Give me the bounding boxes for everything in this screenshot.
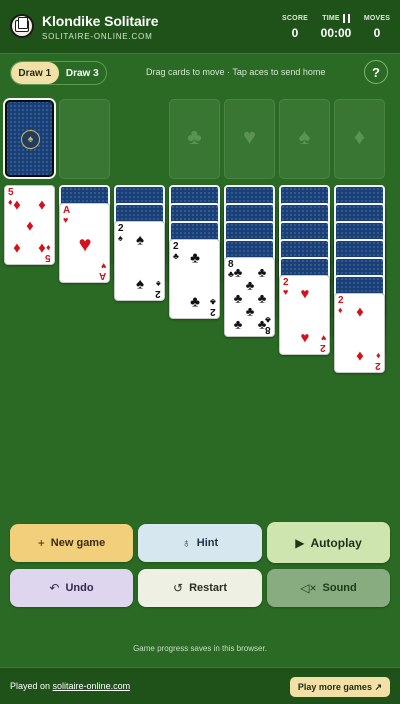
site-link[interactable]: solitaire-online.com (53, 681, 131, 691)
waste-slot (59, 99, 110, 179)
spade-emblem-icon: ♠ (21, 130, 40, 149)
played-on-text: Played on solitaire-online.com (10, 681, 131, 691)
hearts-icon: ♥ (242, 124, 257, 149)
instructions-text: Drag cards to move · Tap aces to send ho… (146, 67, 326, 77)
diamonds-icon: ♦ (353, 124, 366, 149)
moves-value: 0 (373, 26, 381, 40)
foundation-clubs[interactable]: ♣ (169, 99, 220, 179)
time-value: 00:00 (320, 26, 352, 40)
sound-button[interactable]: ◁× Sound (267, 569, 390, 607)
stock-pile[interactable]: ♠ (5, 100, 54, 177)
play-more-games-button[interactable]: Play more games ↗ (289, 677, 390, 697)
hint-button[interactable]: ♁ Hint (138, 524, 262, 562)
site-name: SOLITAIRE-ONLINE.COM (42, 32, 153, 41)
app-title: Klondike Solitaire (42, 13, 159, 29)
save-note: Game progress saves in this browser. (133, 644, 267, 653)
autoplay-button[interactable]: ▶ Autoplay (267, 522, 390, 563)
footer-bar: Played on solitaire-online.com Play more… (0, 667, 400, 704)
sound-muted-icon: ◁× (300, 581, 317, 595)
score-label: SCORE (282, 15, 308, 22)
restart-icon: ↺ (173, 581, 184, 595)
lightbulb-icon: ♁ (181, 536, 191, 550)
play-icon: ▶ (295, 535, 305, 550)
foundation-hearts[interactable]: ♥ (224, 99, 275, 179)
score-stat: SCORE 0 (278, 14, 312, 40)
foundation-spades[interactable]: ♠ (279, 99, 330, 179)
draw-1-button[interactable]: Draw 1 (11, 62, 59, 84)
spades-icon: ♠ (298, 124, 311, 149)
clubs-icon: ♣ (187, 124, 202, 149)
plus-icon: + (37, 536, 45, 550)
playing-card-top[interactable]: 2 ♥ ♥ ♥ 2 ♥ (279, 275, 330, 355)
playing-card-top[interactable]: A ♥ ♥ A ♥ (59, 203, 110, 283)
restart-button[interactable]: ↺ Restart (138, 569, 262, 607)
playing-card-5-diamonds[interactable]: 5 ♦ ♦ ♦ ♦ ♦ ♦ 5 ♦ (4, 185, 55, 265)
moves-stat: MOVES 0 (362, 14, 392, 40)
playing-card-top[interactable]: 2 ♠ ♠ ♠ 2 ♠ (114, 221, 165, 301)
draw-mode-toggle: Draw 1 Draw 3 (10, 61, 107, 85)
draw-3-button[interactable]: Draw 3 (59, 62, 107, 84)
new-game-button[interactable]: + New game (10, 524, 133, 562)
playing-card-top[interactable]: 8 ♣ ♣ ♣ ♣ ♣ ♣ ♣ ♣ ♣ 8 ♣ (224, 257, 275, 337)
score-value: 0 (291, 26, 299, 40)
playing-card-top[interactable]: 2 ♣ ♣ ♣ 2 ♣ (169, 239, 220, 319)
toolbar: Draw 1 Draw 3 Drag cards to move · Tap a… (10, 60, 390, 87)
time-stat: TIME 00:00 (316, 14, 356, 40)
help-button[interactable]: ? (364, 60, 388, 84)
pause-icon[interactable] (342, 14, 350, 23)
logo-icon (10, 14, 34, 38)
time-label: TIME (322, 15, 340, 22)
undo-button[interactable]: ↶ Undo (10, 569, 133, 607)
moves-label: MOVES (363, 15, 391, 22)
undo-icon: ↶ (49, 581, 60, 595)
foundation-diamonds[interactable]: ♦ (334, 99, 385, 179)
header-bar: Klondike Solitaire SOLITAIRE-ONLINE.COM … (0, 0, 400, 54)
playing-card-top[interactable]: 2 ♦ ♦ ♦ 2 ♦ (334, 293, 385, 373)
